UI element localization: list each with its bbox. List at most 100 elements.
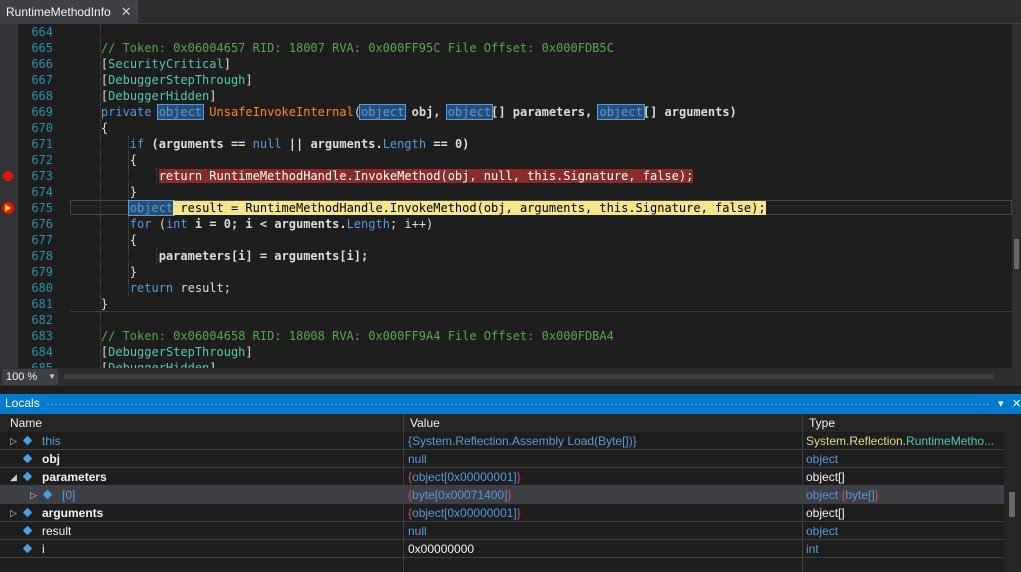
local-name: result — [42, 524, 72, 538]
line-number: 677 — [31, 233, 53, 247]
code-line[interactable]: 666 [SecurityCritical] — [0, 56, 1012, 72]
type-token: object — [806, 452, 839, 466]
code-text: return RuntimeMethodHandle.InvokeMethod(… — [72, 168, 694, 184]
line-number: 679 — [31, 265, 53, 279]
locals-row[interactable]: obj null object — [0, 450, 1004, 468]
code-line[interactable]: 670 { — [0, 120, 1012, 136]
variable-icon — [42, 489, 53, 500]
code-token: { — [100, 121, 109, 135]
zoom-level: 100 % — [6, 371, 38, 383]
code-token: DebuggerHidden — [108, 361, 210, 368]
line-number: 666 — [31, 57, 53, 71]
code-token: return — [100, 281, 181, 295]
line-number: 673 — [31, 169, 53, 183]
code-text: object result = RuntimeMethodHandle.Invo… — [72, 200, 766, 216]
local-value[interactable]: {System.Reflection.Assembly Load(Byte[])… — [408, 432, 800, 450]
code-token: object — [127, 200, 176, 216]
value-token: {System.Reflection.Assembly Load(Byte[])… — [408, 434, 637, 448]
code-line[interactable]: 681 } — [0, 296, 1012, 312]
code-text: for (int i = 0; i < arguments.Length; i+… — [72, 216, 434, 232]
window-position-icon[interactable]: ▾ — [998, 397, 1004, 410]
code-token: { — [100, 153, 138, 167]
code-line[interactable]: 665 // Token: 0x06004657 RID: 18007 RVA:… — [0, 40, 1012, 56]
local-value[interactable]: 0x00000000 — [408, 540, 800, 558]
code-line[interactable]: 664 — [0, 24, 1012, 40]
code-line[interactable]: 667 [DebuggerStepThrough] — [0, 72, 1012, 88]
locals-row[interactable]: i 0x00000000 int — [0, 540, 1004, 558]
code-token: ( — [158, 217, 166, 231]
value-token: } — [516, 470, 521, 484]
code-line[interactable]: 680 return result; — [0, 280, 1012, 296]
code-line[interactable]: 678 parameters[i] = arguments[i]; — [0, 248, 1012, 264]
code-line[interactable]: 676 for (int i = 0; i < arguments.Length… — [0, 216, 1012, 232]
expand-icon[interactable]: ▷ — [30, 486, 37, 504]
code-text: // Token: 0x06004658 RID: 18008 RVA: 0x0… — [72, 328, 614, 344]
local-name: obj — [42, 452, 60, 466]
code-line[interactable]: 684 [DebuggerStepThrough] — [0, 344, 1012, 360]
value-token: 0x00000000 — [408, 542, 475, 556]
code-line[interactable]: 668 [DebuggerHidden] — [0, 88, 1012, 104]
code-token: ; i++) — [389, 217, 434, 231]
line-number: 680 — [31, 281, 53, 295]
column-divider[interactable] — [403, 414, 404, 572]
locals-scroll-thumb[interactable] — [1009, 492, 1015, 517]
code-line[interactable]: 677 { — [0, 232, 1012, 248]
current-statement-arrow-icon[interactable] — [2, 202, 14, 214]
column-header-name[interactable]: Name — [0, 414, 403, 432]
code-token: Length — [382, 137, 427, 151]
code-token: Length — [346, 217, 390, 231]
code-line[interactable]: 675 object result = RuntimeMethodHandle.… — [0, 200, 1012, 216]
code-line[interactable]: 672 { — [0, 152, 1012, 168]
close-icon[interactable]: ✕ — [1012, 397, 1021, 410]
code-token: for — [100, 217, 159, 231]
collapse-icon[interactable]: ◢ — [10, 468, 17, 486]
local-value[interactable]: {byte[0x00071400]} — [408, 486, 800, 504]
code-text: return result; — [72, 280, 231, 296]
tab-runtime-method-info[interactable]: RuntimeMethodInfo ✕ — [0, 0, 138, 24]
code-editor[interactable]: 664 665 // Token: 0x06004657 RID: 18007 … — [0, 24, 1021, 368]
code-line[interactable]: 683 // Token: 0x06004658 RID: 18008 RVA:… — [0, 328, 1012, 344]
editor-vertical-scrollbar[interactable] — [1012, 24, 1021, 368]
variable-icon — [22, 543, 33, 554]
code-text: [DebuggerHidden] — [72, 360, 217, 368]
locals-row[interactable]: ▷ this {System.Reflection.Assembly Load(By… — [0, 432, 1004, 450]
local-value[interactable]: {object[0x00000001]} — [408, 504, 800, 522]
column-header-value[interactable]: Value — [404, 414, 802, 432]
zoom-dropdown[interactable]: 100 % ▼ — [2, 369, 58, 385]
code-line[interactable]: 674 } — [0, 184, 1012, 200]
type-token: int — [806, 542, 819, 556]
column-divider[interactable] — [802, 414, 803, 572]
expand-icon[interactable]: ▷ — [10, 504, 17, 522]
close-icon[interactable]: ✕ — [121, 4, 132, 20]
locals-row[interactable]: ▷ arguments {object[0x00000001]} object[] — [0, 504, 1004, 522]
code-line[interactable]: 685 [DebuggerHidden] — [0, 360, 1012, 368]
code-line[interactable]: 679 } — [0, 264, 1012, 280]
code-line[interactable]: 669 private object UnsafeInvokeInternal(… — [0, 104, 1012, 120]
code-token: object — [597, 104, 645, 120]
code-token: parameters[i] = arguments[i]; — [100, 249, 369, 263]
locals-vertical-scrollbar[interactable] — [1004, 432, 1021, 572]
local-value[interactable]: null — [408, 450, 800, 468]
locals-row[interactable]: result null object — [0, 522, 1004, 540]
type-token: object — [806, 524, 839, 538]
chevron-down-icon: ▼ — [48, 372, 56, 381]
local-value[interactable]: null — [408, 522, 800, 540]
line-number: 670 — [31, 121, 53, 135]
panel-grip[interactable] — [46, 403, 991, 406]
expand-icon[interactable]: ▷ — [10, 432, 17, 450]
column-header-type[interactable]: Type — [803, 414, 1021, 432]
code-line[interactable]: 682 — [0, 312, 1012, 328]
code-token: object — [156, 104, 205, 120]
code-text: } — [72, 296, 108, 312]
editor-horizontal-scrollbar[interactable] — [64, 374, 994, 379]
code-line[interactable]: 671 if (arguments == null || arguments.L… — [0, 136, 1012, 152]
locals-row[interactable]: ▷ [0] {byte[0x00071400]} object {byte[]} — [0, 486, 1004, 504]
breakpoint-icon[interactable] — [3, 171, 13, 181]
local-value[interactable]: {object[0x00000001]} — [408, 468, 800, 486]
tab-title: RuntimeMethodInfo — [6, 5, 111, 19]
editor-scroll-thumb[interactable] — [1014, 239, 1019, 269]
locals-row[interactable]: ◢ parameters {object[0x00000001]} object[] — [0, 468, 1004, 486]
locals-panel-header[interactable]: Locals ▾ ✕ — [0, 394, 1021, 414]
code-line[interactable]: 673 return RuntimeMethodHandle.InvokeMet… — [0, 168, 1012, 184]
